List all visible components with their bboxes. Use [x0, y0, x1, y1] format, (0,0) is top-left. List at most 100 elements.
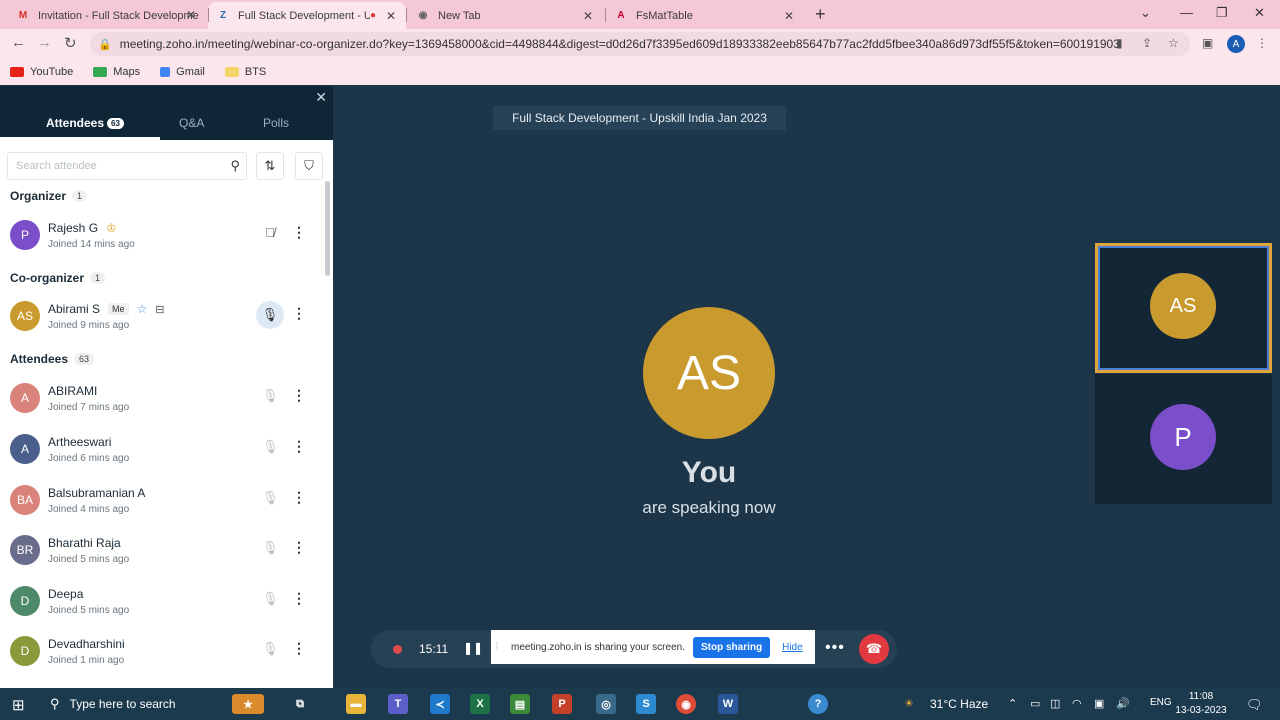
participant-coorganizer[interactable]: AS Abirami S Me ☆ ⊟ Joined 9 mins ago 🎙 …: [0, 293, 322, 341]
bookmark-youtube[interactable]: YouTube: [10, 66, 73, 78]
more-options-icon[interactable]: ⋮: [292, 590, 306, 607]
help-icon[interactable]: ?: [808, 694, 828, 714]
tab-new-tab[interactable]: ◉ New Tab ✕: [408, 2, 603, 29]
bookmark-label: BTS: [244, 66, 267, 78]
more-options-icon[interactable]: ⋮: [292, 387, 306, 404]
minimize-icon[interactable]: —: [1180, 5, 1193, 20]
mic-icon[interactable]: 🎙: [262, 641, 279, 657]
close-tab-icon[interactable]: ✕: [581, 9, 595, 23]
more-options-icon[interactable]: ⋮: [292, 224, 306, 241]
camera-icon[interactable]: ▮: [1116, 36, 1123, 50]
word-icon[interactable]: W: [718, 694, 738, 714]
stop-sharing-button[interactable]: Stop sharing: [692, 636, 771, 658]
menu-icon[interactable]: ⋮: [1256, 36, 1268, 50]
tab-attendees[interactable]: Attendees 63: [46, 116, 124, 130]
more-options-icon[interactable]: ⋮: [292, 438, 306, 455]
back-icon[interactable]: ←: [11, 34, 26, 51]
language-indicator[interactable]: ENG: [1150, 697, 1172, 708]
tab-full-stack-development[interactable]: Z Full Stack Development - Up ● ✕: [208, 2, 406, 29]
search-attendee-input[interactable]: Search attendee ⚲: [7, 152, 247, 180]
browser-tab-strip: M Invitation - Full Stack Developme Z Fu…: [0, 0, 1280, 29]
tab-invitation[interactable]: M Invitation - Full Stack Developme: [8, 2, 208, 29]
participant-organizer[interactable]: P Rajesh G ♔ Joined 14 mins ago 🎙̸ ⋮: [0, 212, 322, 260]
close-tab-icon[interactable]: ✕: [384, 9, 398, 23]
speaker-you-label: You: [681, 456, 737, 489]
more-options-icon[interactable]: ⋮: [292, 305, 306, 322]
close-window-icon[interactable]: ✕: [1254, 5, 1265, 21]
list-item[interactable]: D Devadharshini Joined 1 min ago 🎙 ⋮: [0, 628, 322, 676]
taskbar-search[interactable]: ⚲ Type here to search: [40, 688, 220, 720]
address-bar[interactable]: 🔒 meeting.zoho.in/meeting/webinar-co-org…: [90, 32, 1190, 56]
mic-icon[interactable]: 🎙: [262, 388, 279, 404]
mic-icon[interactable]: 🎙: [262, 490, 279, 506]
system-clock[interactable]: 11:08 13-03-2023: [1170, 690, 1232, 718]
close-icon[interactable]: ✕: [315, 89, 327, 106]
sort-button[interactable]: ⇅: [256, 152, 284, 180]
excel-icon[interactable]: X: [470, 694, 490, 714]
list-item[interactable]: A ABIRAMI Joined 7 mins ago 🎙 ⋮: [0, 375, 322, 423]
mic-icon[interactable]: 🎙: [262, 439, 279, 455]
hide-link[interactable]: Hide: [782, 642, 803, 653]
end-call-button[interactable]: ☎: [859, 634, 889, 664]
mic-active-icon[interactable]: 🎙: [256, 301, 284, 329]
bookmark-bts[interactable]: BTS: [224, 66, 267, 78]
skype-icon[interactable]: S: [636, 694, 656, 714]
tray-chevron-icon[interactable]: ⌃: [1008, 697, 1017, 710]
windows-start-icon[interactable]: ⊞: [12, 696, 25, 714]
list-item[interactable]: A Artheeswari Joined 6 mins ago 🎙 ⋮: [0, 426, 322, 474]
file-explorer-icon[interactable]: ▬: [346, 694, 366, 714]
notification-icon[interactable]: 🗨: [1246, 697, 1263, 713]
participant-name: Deepa: [48, 587, 84, 601]
list-item[interactable]: BR Bharathi Raja Joined 5 mins ago 🎙 ⋮: [0, 527, 322, 575]
profile-avatar[interactable]: A: [1227, 35, 1245, 53]
tab-polls[interactable]: Polls: [263, 116, 289, 130]
tab-title: Invitation - Full Stack Developme: [38, 9, 199, 22]
powerpoint-icon[interactable]: P: [552, 694, 572, 714]
joined-time: Joined 4 mins ago: [48, 504, 130, 515]
list-item[interactable]: D Deepa Joined 5 mins ago 🎙 ⋮: [0, 578, 322, 626]
panel-scrollbar[interactable]: [325, 181, 330, 276]
more-options-icon[interactable]: ⋮: [292, 640, 306, 657]
more-options-icon[interactable]: ⋮: [292, 539, 306, 556]
chrome-icon[interactable]: ◎: [596, 694, 616, 714]
mic-muted-icon[interactable]: 🎙̸: [262, 225, 278, 240]
close-tab-icon[interactable]: ✕: [186, 8, 196, 22]
group-count: 1: [72, 190, 88, 202]
drag-handle-icon[interactable]: ⁞: [491, 642, 503, 653]
chrome-profile-icon[interactable]: ◉: [676, 694, 696, 714]
wifi-icon[interactable]: ◠: [1072, 697, 1082, 710]
pause-icon[interactable]: ❚❚: [463, 641, 483, 655]
video-thumbnail-organizer[interactable]: P: [1095, 374, 1272, 504]
bookmark-maps[interactable]: Maps: [93, 66, 140, 78]
app-icon[interactable]: ▤: [510, 694, 530, 714]
vscode-icon[interactable]: ≺: [430, 694, 450, 714]
more-options-icon[interactable]: ⋮: [292, 489, 306, 506]
close-tab-icon[interactable]: ✕: [782, 9, 796, 23]
search-highlight-image[interactable]: ★: [232, 694, 264, 714]
filter-button[interactable]: ⛉: [295, 152, 323, 180]
search-icon[interactable]: ⚲: [230, 158, 240, 174]
bookmark-gmail[interactable]: Gmail: [160, 66, 205, 78]
share-icon[interactable]: ⇪: [1142, 36, 1152, 50]
participant-name: Abirami S Me ☆ ⊟: [48, 302, 165, 316]
weather-text[interactable]: 31°C Haze: [930, 697, 988, 711]
mic-icon[interactable]: 🎙: [262, 540, 279, 556]
new-tab-button[interactable]: +: [815, 4, 826, 25]
bookmark-star-icon[interactable]: ☆: [1168, 36, 1179, 50]
side-panel-icon[interactable]: ▣: [1202, 36, 1213, 50]
network-icon[interactable]: ◫: [1050, 697, 1060, 710]
maximize-icon[interactable]: ❐: [1216, 5, 1228, 21]
mic-icon[interactable]: 🎙: [262, 591, 279, 607]
tab-qa[interactable]: Q&A: [179, 116, 204, 130]
list-item[interactable]: BA Balsubramanian A Joined 4 mins ago 🎙 …: [0, 477, 322, 525]
volume-icon[interactable]: 🔊: [1116, 697, 1130, 710]
forward-icon[interactable]: →: [37, 34, 52, 51]
joined-time: Joined 9 mins ago: [48, 320, 130, 331]
reload-icon[interactable]: ↻: [64, 34, 77, 52]
teams-icon[interactable]: T: [388, 694, 408, 714]
tab-fsmattable[interactable]: A FsMatTable ✕: [606, 2, 804, 29]
more-options-icon[interactable]: •••: [825, 639, 845, 657]
tab-search-icon[interactable]: ⌄: [1140, 5, 1151, 21]
task-view-icon[interactable]: ⧉: [290, 694, 310, 714]
video-thumbnail-self[interactable]: AS: [1095, 243, 1272, 373]
